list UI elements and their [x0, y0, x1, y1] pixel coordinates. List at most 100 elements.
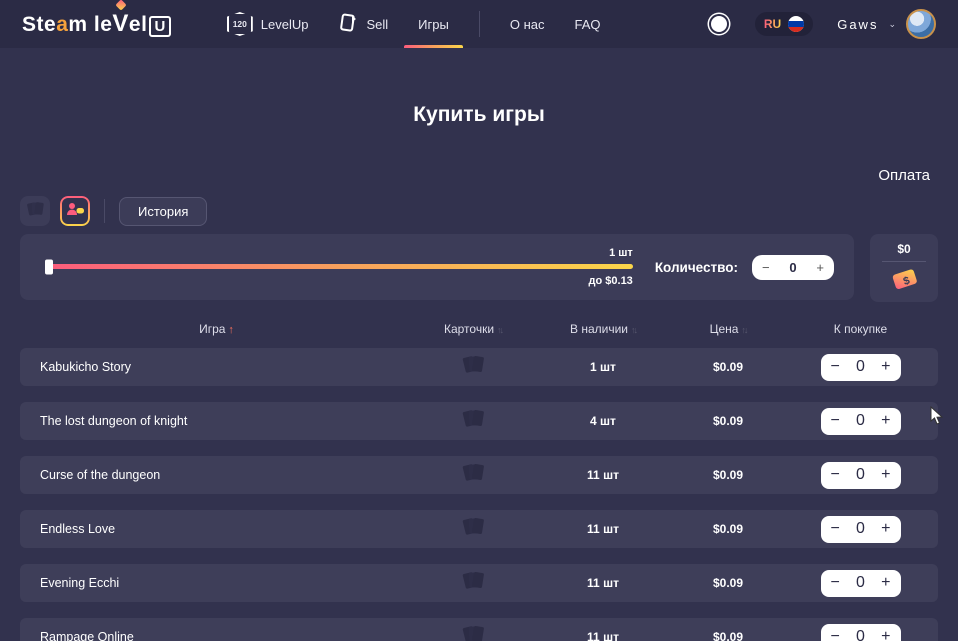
logo-a-accent: a [56, 13, 68, 37]
slider-max-price-label: до $0.13 [46, 275, 633, 287]
row-quantity-decrease-button[interactable]: − [831, 628, 840, 641]
column-header-stock[interactable]: В наличии↑↓ [533, 322, 673, 336]
nav-about-label: О нас [510, 17, 545, 32]
language-code: RU [764, 17, 781, 31]
logo-v-badge: V [112, 10, 129, 38]
row-quantity-increase-button[interactable]: + [881, 466, 890, 484]
cards-cell [413, 407, 533, 436]
row-quantity-decrease-button[interactable]: − [831, 412, 840, 430]
main-nav: 120 LevelUp Sell Игры О нас FAQ [227, 0, 601, 48]
table-row: Kabukicho Story 1 шт $0.09 − 0 + [20, 348, 938, 386]
nav-faq[interactable]: FAQ [574, 0, 600, 48]
nav-games-active[interactable]: Игры [418, 0, 449, 48]
logo-text: el [129, 13, 148, 37]
logo-u-card: U [149, 16, 170, 37]
row-quantity-stepper: − 0 + [821, 570, 901, 597]
language-selector[interactable]: RU [755, 12, 813, 36]
slider-max-count-label: 1 шт [46, 247, 633, 259]
row-quantity-decrease-button[interactable]: − [831, 358, 840, 376]
cards-icon [460, 515, 486, 544]
games-table-rows: Kabukicho Story 1 шт $0.09 − 0 + [20, 348, 938, 641]
row-quantity-increase-button[interactable]: + [881, 628, 890, 641]
game-title: Rampage Online [20, 630, 413, 641]
table-row: Rampage Online 11 шт $0.09 − 0 + [20, 618, 938, 641]
avatar [906, 9, 936, 39]
row-quantity-increase-button[interactable]: + [881, 412, 890, 430]
game-title: Endless Love [20, 522, 413, 536]
cards-icon [26, 201, 44, 222]
filter-row: 1 шт до $0.13 Количество: − 0 + $0 [20, 234, 938, 302]
chevron-down-icon: ⌄ [888, 19, 896, 30]
stock-count: 11 шт [533, 576, 673, 590]
game-title: The lost dungeon of knight [20, 414, 413, 428]
quantity-filter-panel: 1 шт до $0.13 Количество: − 0 + [20, 234, 854, 300]
row-quantity-increase-button[interactable]: + [881, 520, 890, 538]
stock-count: 11 шт [533, 522, 673, 536]
row-quantity-value[interactable]: 0 [856, 574, 865, 592]
tab-cards-view[interactable] [20, 196, 50, 226]
table-row: Curse of the dungeon 11 шт $0.09 − 0 + [20, 456, 938, 494]
slider-track[interactable] [46, 264, 633, 269]
view-tabs: История [20, 196, 938, 226]
payment-total-box[interactable]: $0 $ [870, 234, 938, 302]
user-menu[interactable]: Gaws ⌄ [837, 9, 936, 39]
cards-cell [413, 623, 533, 641]
logo-text: Ste [22, 13, 56, 37]
tab-users-view-active[interactable] [60, 196, 90, 226]
column-header-game[interactable]: Игра↑ [20, 322, 413, 336]
row-quantity-decrease-button[interactable]: − [831, 466, 840, 484]
nav-about[interactable]: О нас [510, 0, 545, 48]
row-quantity-decrease-button[interactable]: − [831, 574, 840, 592]
game-title: Evening Ecchi [20, 576, 413, 590]
table-row: Evening Ecchi 11 шт $0.09 − 0 + [20, 564, 938, 602]
payment-total: $0 [897, 242, 910, 256]
column-header-price[interactable]: Цена↑↓ [673, 322, 783, 336]
table-row: Endless Love 11 шт $0.09 − 0 + [20, 510, 938, 548]
nav-levelup-label: LevelUp [261, 17, 309, 32]
sort-ascending-icon[interactable]: ↑ [228, 324, 234, 336]
row-quantity-stepper: − 0 + [821, 624, 901, 641]
quantity-controls: Количество: − 0 + [655, 255, 834, 280]
sort-icons[interactable]: ↑↓ [631, 325, 636, 335]
cards-cell [413, 461, 533, 490]
buy-cell: − 0 + [783, 354, 938, 381]
user-gamepad-icon [65, 201, 85, 222]
game-title: Kabukicho Story [20, 360, 413, 374]
main-content: Купить игры Оплата История 1 шт до $0.13 [0, 103, 958, 641]
row-quantity-value[interactable]: 0 [856, 358, 865, 376]
nav-sell[interactable]: Sell [338, 0, 388, 48]
nav-levelup[interactable]: 120 LevelUp [227, 0, 309, 48]
badge-120-icon: 120 [227, 12, 253, 36]
row-quantity-increase-button[interactable]: + [881, 574, 890, 592]
buy-cell: − 0 + [783, 570, 938, 597]
quantity-value[interactable]: 0 [789, 260, 796, 275]
nav-faq-label: FAQ [574, 17, 600, 32]
buy-cell: − 0 + [783, 624, 938, 641]
row-quantity-value[interactable]: 0 [856, 412, 865, 430]
column-header-cards[interactable]: Карточки↑↓ [413, 322, 533, 336]
quantity-increase-button[interactable]: + [816, 261, 824, 274]
slider-handle[interactable] [45, 259, 53, 274]
sort-icons[interactable]: ↑↓ [741, 325, 746, 335]
stock-count: 4 шт [533, 414, 673, 428]
nav-games-label: Игры [418, 17, 449, 32]
price: $0.09 [673, 576, 783, 590]
row-quantity-value[interactable]: 0 [856, 520, 865, 538]
nav-divider [479, 11, 480, 37]
row-quantity-value[interactable]: 0 [856, 628, 865, 641]
table-row: The lost dungeon of knight 4 шт $0.09 − … [20, 402, 938, 440]
row-quantity-decrease-button[interactable]: − [831, 520, 840, 538]
theme-toggle-circle[interactable] [711, 16, 727, 32]
cards-cell [413, 353, 533, 382]
column-header-buy: К покупке [783, 322, 938, 336]
row-quantity-increase-button[interactable]: + [881, 358, 890, 376]
header: Steam leVelU 120 LevelUp Sell Игры О нас… [0, 0, 958, 48]
price: $0.09 [673, 630, 783, 641]
cards-icon [460, 461, 486, 490]
history-button[interactable]: История [119, 197, 207, 226]
row-quantity-value[interactable]: 0 [856, 466, 865, 484]
site-logo[interactable]: Steam leVelU [22, 10, 171, 38]
tabs-divider [104, 199, 105, 223]
quantity-decrease-button[interactable]: − [762, 261, 770, 274]
sort-icons[interactable]: ↑↓ [497, 325, 502, 335]
